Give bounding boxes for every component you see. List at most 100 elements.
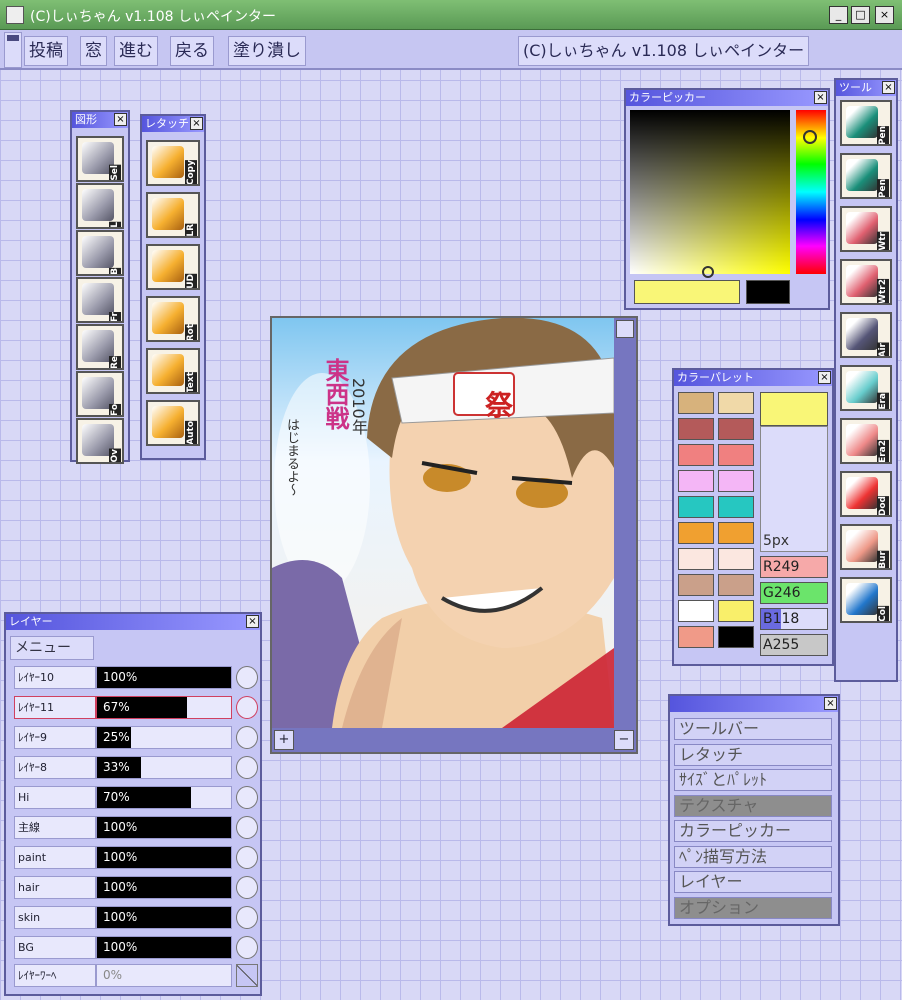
layer-name[interactable]: hair [14, 876, 96, 899]
window-menu-item[interactable]: カラーピッカー [674, 820, 832, 842]
tool-auto-button[interactable]: Auto [146, 400, 200, 446]
palette-swatch[interactable] [718, 548, 754, 570]
hue-slider[interactable] [796, 110, 826, 274]
red-slider[interactable]: R249 [760, 556, 828, 578]
color-picker-close-button[interactable]: × [814, 91, 827, 104]
tool-oval-button[interactable]: Ov [76, 418, 124, 464]
palette-swatch[interactable] [678, 470, 714, 492]
window-menu-item[interactable]: オプション [674, 896, 832, 919]
tool-copy-button[interactable]: Copy [146, 140, 200, 186]
drawing-canvas[interactable]: 祭 東西戦 2010年 はじまるよ〜 [272, 318, 614, 728]
pen-size-slider[interactable]: 5px [760, 426, 828, 552]
tool-drop-button[interactable]: Col [840, 577, 892, 623]
palette-swatch[interactable] [678, 548, 714, 570]
layer-menu-button[interactable]: メニュー [10, 636, 94, 660]
layer-name[interactable]: BG [14, 936, 96, 959]
palette-swatch[interactable] [678, 496, 714, 518]
tool-flip-v-button[interactable]: UD [146, 244, 200, 290]
layer-opacity-bar[interactable]: 70% [96, 786, 232, 809]
saturation-value-field[interactable] [630, 110, 790, 278]
palette-swatch[interactable] [718, 600, 754, 622]
palette-swatch[interactable] [718, 418, 754, 440]
tool-text-button[interactable]: Text [146, 348, 200, 394]
layer-visibility-toggle[interactable] [236, 666, 258, 689]
layer-visibility-toggle[interactable] [236, 906, 258, 929]
layer-name[interactable]: ﾚｲﾔｰ8 [14, 756, 96, 779]
sv-cursor[interactable] [702, 266, 714, 278]
layer-opacity-bar[interactable]: 67% [96, 696, 232, 719]
window-menu-item[interactable]: ｻｲｽﾞとﾊﾟﾚｯﾄ [674, 769, 832, 791]
palette-swatch[interactable] [678, 600, 714, 622]
layer-visibility-toggle[interactable] [236, 876, 258, 899]
layer-footer-name[interactable]: ﾚｲﾔｰﾜｰﾍ [14, 964, 96, 987]
palette-swatch[interactable] [718, 470, 754, 492]
layer-name[interactable]: paint [14, 846, 96, 869]
tool-rotate-button[interactable]: Rot [146, 296, 200, 342]
palette-swatch[interactable] [718, 626, 754, 648]
figure-panel-close-button[interactable]: × [114, 113, 127, 126]
retouch-panel-close-button[interactable]: × [190, 117, 203, 130]
palette-swatch[interactable] [678, 418, 714, 440]
layer-row[interactable]: ﾚｲﾔｰ11 67% [10, 694, 258, 721]
palette-swatch[interactable] [718, 522, 754, 544]
layer-name[interactable]: skin [14, 906, 96, 929]
tool-pen-button[interactable]: Pen [840, 100, 892, 146]
tool-eraser-button[interactable]: Era [840, 365, 892, 411]
palette-swatch[interactable] [718, 392, 754, 414]
layer-name[interactable]: ﾚｲﾔｰ10 [14, 666, 96, 689]
layer-opacity-bar[interactable]: 25% [96, 726, 232, 749]
zoom-out-button[interactable]: − [614, 730, 634, 750]
menu-undo[interactable]: 戻る [170, 36, 214, 66]
layer-row[interactable]: ﾚｲﾔｰ8 33% [10, 754, 258, 781]
window-menu-item[interactable]: レタッチ [674, 743, 832, 766]
layer-row[interactable]: hair 100% [10, 874, 258, 901]
layer-opacity-bar[interactable]: 100% [96, 876, 232, 899]
maximize-button[interactable]: □ [851, 6, 870, 24]
layer-visibility-toggle[interactable] [236, 846, 258, 869]
layer-visibility-toggle[interactable] [236, 696, 258, 719]
layer-footer-opacity[interactable]: 0% [96, 964, 232, 987]
layer-row[interactable]: 主線 100% [10, 814, 258, 841]
layer-visibility-toggle[interactable] [236, 726, 258, 749]
layer-opacity-bar[interactable]: 100% [96, 936, 232, 959]
layer-row[interactable]: ﾚｲﾔｰ9 25% [10, 724, 258, 751]
palette-swatch[interactable] [678, 626, 714, 648]
palette-swatch[interactable] [678, 444, 714, 466]
blue-slider[interactable]: B118 [760, 608, 828, 630]
layer-name[interactable]: ﾚｲﾔｰ9 [14, 726, 96, 749]
tool-lasso-button[interactable]: Sel [76, 136, 124, 182]
menu-grip[interactable] [4, 32, 22, 68]
tool-line-button[interactable]: L [76, 183, 124, 229]
layer-visibility-toggle[interactable] [236, 816, 258, 839]
minimize-button[interactable]: _ [829, 6, 848, 24]
menu-post[interactable]: 投稿 [24, 36, 68, 66]
layer-row[interactable]: Hi 70% [10, 784, 258, 811]
alpha-slider[interactable]: A255 [760, 634, 828, 656]
palette-swatch[interactable] [678, 392, 714, 414]
window-menu-close-button[interactable]: × [824, 697, 837, 710]
layer-panel-close-button[interactable]: × [246, 615, 259, 628]
layer-visibility-toggle[interactable] [236, 786, 258, 809]
layer-name[interactable]: 主線 [14, 816, 96, 839]
layer-opacity-bar[interactable]: 33% [96, 756, 232, 779]
layer-visibility-toggle[interactable] [236, 936, 258, 959]
tool-burn-button[interactable]: Bur [840, 524, 892, 570]
hue-cursor[interactable] [803, 130, 817, 144]
palette-swatch[interactable] [718, 444, 754, 466]
palette-swatch[interactable] [718, 574, 754, 596]
palette-swatch[interactable] [718, 496, 754, 518]
tool-eraser2-button[interactable]: Era2 [840, 418, 892, 464]
layer-name[interactable]: Hi [14, 786, 96, 809]
layer-name[interactable]: ﾚｲﾔｰ11 [14, 696, 96, 719]
layer-row[interactable]: ﾚｲﾔｰ10 100% [10, 664, 258, 691]
tool-rect-button[interactable]: Re [76, 324, 124, 370]
window-menu-item[interactable]: ツールバー [674, 718, 832, 740]
tool-dodge-button[interactable]: Dod [840, 471, 892, 517]
tool-watercolor2-button[interactable]: Wtr2 [840, 259, 892, 305]
green-slider[interactable]: G246 [760, 582, 828, 604]
window-menu-item[interactable]: テクスチャ [674, 794, 832, 817]
window-menu-item[interactable]: レイヤー [674, 871, 832, 893]
menu-window[interactable]: 窓 [80, 36, 107, 66]
layer-row[interactable]: BG 100% [10, 934, 258, 961]
layer-visibility-toggle[interactable] [236, 756, 258, 779]
